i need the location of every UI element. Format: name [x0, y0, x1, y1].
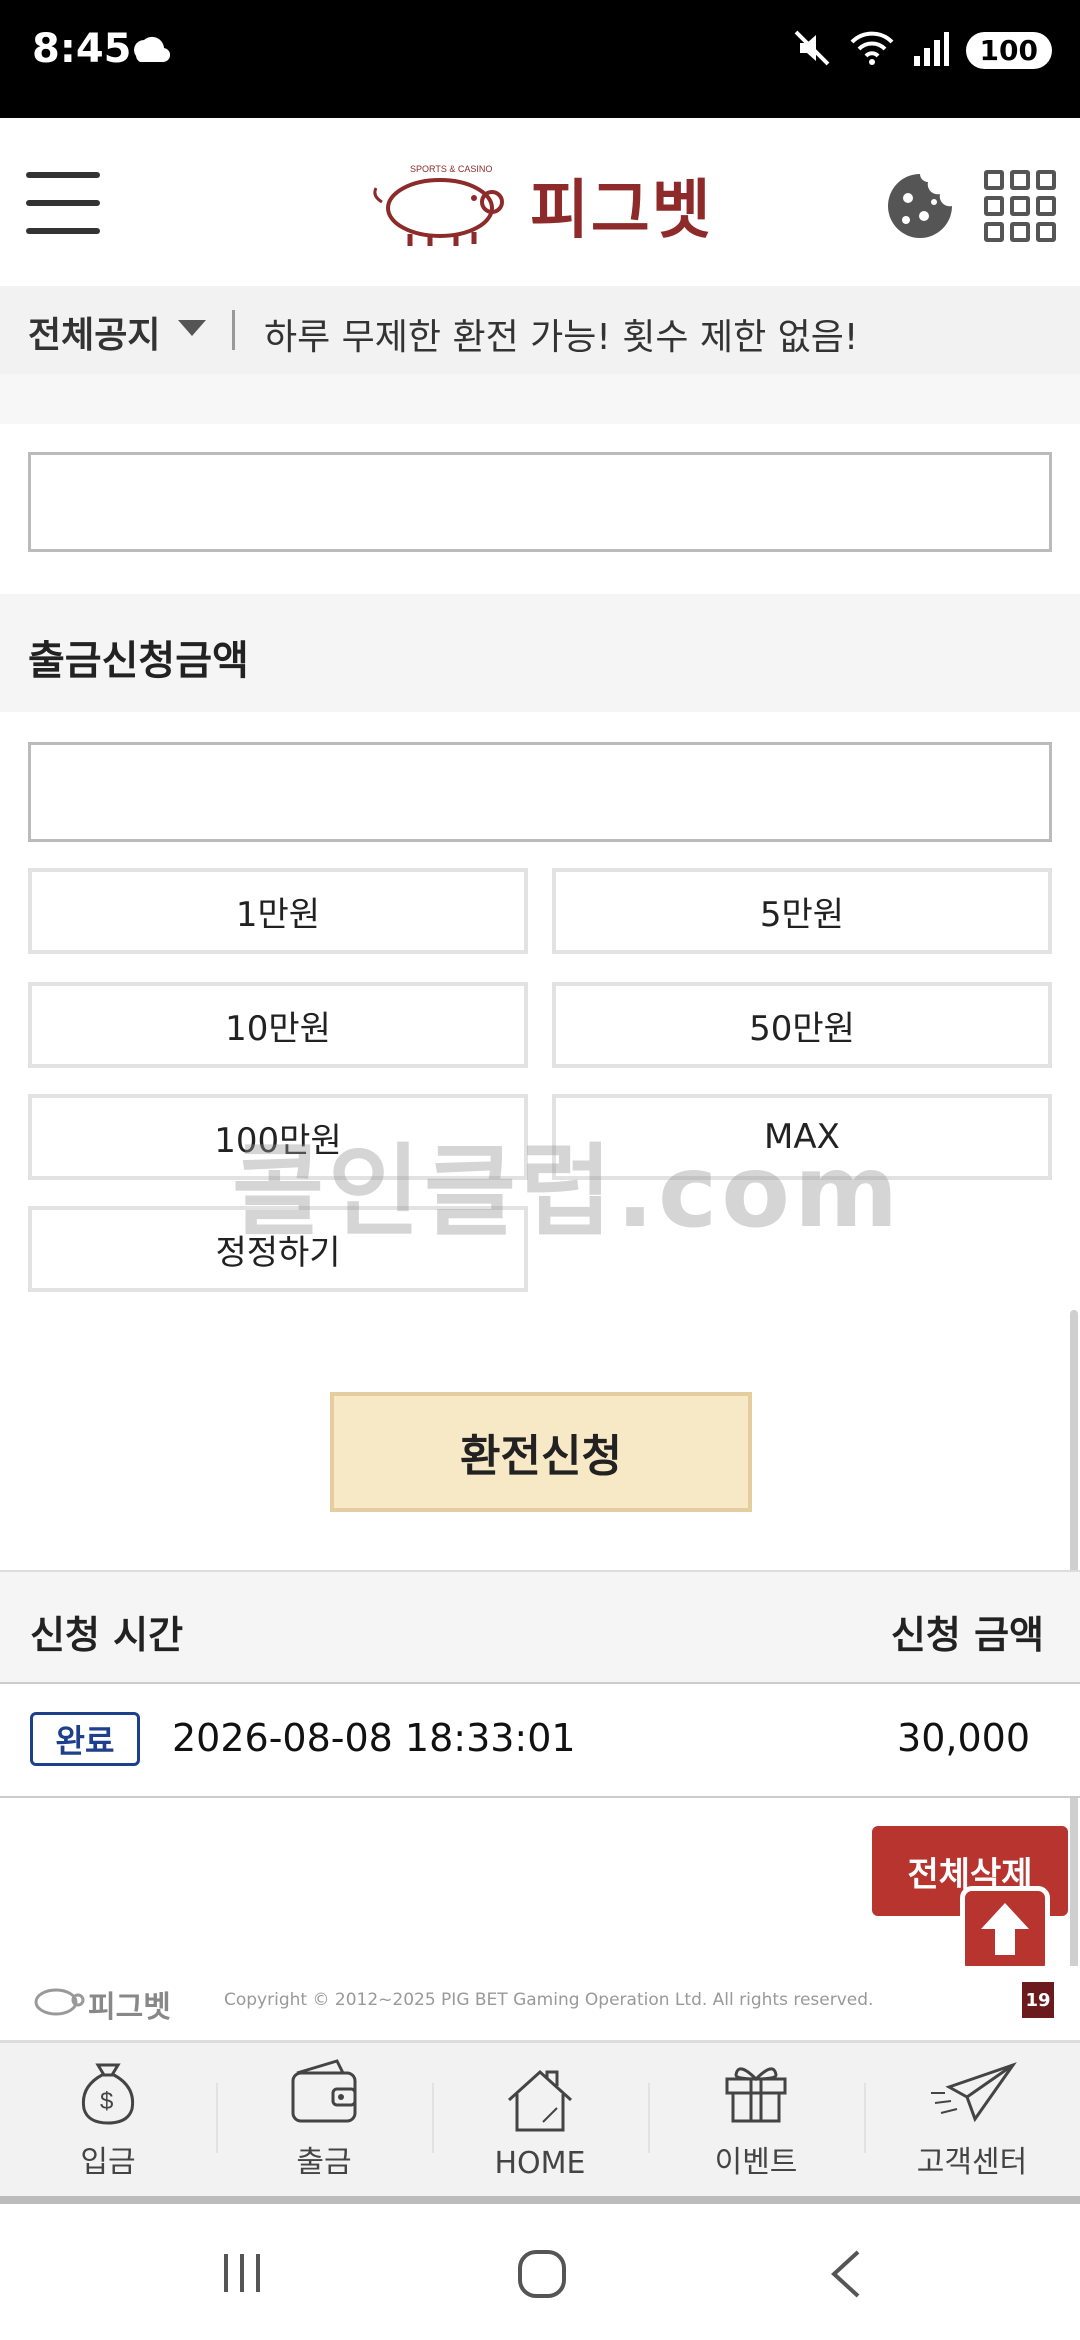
- withdraw-password-input[interactable]: [28, 452, 1052, 552]
- paper-plane-icon: [927, 2057, 1017, 2131]
- bottom-nav: $ 입금 출금 HOME 이벤트 고객센터: [0, 2040, 1080, 2200]
- amount-button-100k[interactable]: 10만원: [28, 982, 528, 1068]
- app-header: SPORTS & CASINO 피그벳: [0, 118, 1080, 286]
- col-time-header: 신청 시간: [30, 1613, 184, 1657]
- signal-icon: [912, 28, 950, 72]
- age-restriction-badge: 19: [1022, 1982, 1054, 2018]
- status-bar: 8:45 100: [0, 0, 1080, 118]
- table-row: 완료 2026-08-08 18:33:01 30,000: [0, 1684, 1080, 1798]
- exchange-request-button[interactable]: 환전신청: [330, 1392, 752, 1512]
- notice-message: 하루 무제한 환전 가능! 횟수 제한 없음!: [264, 317, 859, 358]
- notice-label: 전체공지: [28, 315, 161, 356]
- back-icon[interactable]: [826, 2248, 866, 2304]
- menu-icon[interactable]: [26, 172, 100, 236]
- amount-button-50k[interactable]: 5만원: [552, 868, 1052, 954]
- pig-logo-icon: [28, 1980, 88, 2028]
- amount-input[interactable]: [28, 742, 1052, 842]
- notice-bar[interactable]: 전체공지 하루 무제한 환전 가능! 횟수 제한 없음!: [0, 286, 1080, 374]
- nav-deposit[interactable]: $ 입금: [0, 2043, 216, 2199]
- scroll-top-button[interactable]: [960, 1886, 1050, 1976]
- footer-logo: 피그벳: [28, 1980, 171, 2028]
- gift-icon: [721, 2057, 791, 2131]
- home-button-icon[interactable]: [516, 2248, 568, 2304]
- battery-indicator: 100: [965, 31, 1052, 69]
- svg-text:$: $: [100, 2088, 113, 2115]
- wallet-icon: [287, 2057, 361, 2131]
- amount-button-10k[interactable]: 1만원: [28, 868, 528, 954]
- copyright-text: Copyright © 2012~2025 PIG BET Gaming Ope…: [224, 1990, 874, 2010]
- status-badge: 완료: [30, 1712, 140, 1766]
- col-amount-header: 신청 금액: [890, 1613, 1044, 1657]
- status-time: 8:45: [32, 26, 132, 72]
- weather-icon: [126, 28, 171, 76]
- divider: [232, 310, 235, 350]
- home-icon: [503, 2066, 577, 2140]
- svg-text:SPORTS & CASINO: SPORTS & CASINO: [410, 164, 492, 174]
- cookie-icon[interactable]: [884, 170, 956, 246]
- system-nav-bar: [0, 2204, 1080, 2340]
- recent-apps-icon[interactable]: [218, 2248, 268, 2302]
- grid-menu-icon[interactable]: [984, 170, 1056, 242]
- watermark: 콜인클럽.com: [232, 1133, 903, 1250]
- money-bag-icon: $: [78, 2057, 138, 2131]
- arrow-up-icon: [977, 1899, 1033, 1963]
- nav-home[interactable]: HOME: [432, 2043, 648, 2199]
- amount-section-header: 출금신청금액: [0, 594, 1080, 712]
- nav-event[interactable]: 이벤트: [648, 2043, 864, 2199]
- request-time: 2026-08-08 18:33:01: [172, 1716, 576, 1760]
- brand-logo[interactable]: SPORTS & CASINO 피그벳: [370, 158, 713, 252]
- history-table-header: 신청 시간 신청 금액: [0, 1570, 1080, 1684]
- brand-name: 피그벳: [530, 174, 713, 248]
- wifi-icon: [848, 28, 896, 72]
- section-header-partial: [0, 374, 1080, 424]
- chevron-down-icon[interactable]: [178, 320, 206, 336]
- nav-customer-center[interactable]: 고객센터: [864, 2043, 1080, 2199]
- request-amount: 30,000: [897, 1716, 1030, 1760]
- pig-logo-icon: SPORTS & CASINO: [370, 158, 520, 252]
- mute-icon: [792, 28, 832, 72]
- amount-label: 출금신청금액: [28, 638, 249, 684]
- amount-button-500k[interactable]: 50만원: [552, 982, 1052, 1068]
- divider: [0, 2196, 1080, 2204]
- nav-withdraw[interactable]: 출금: [216, 2043, 432, 2199]
- footer: 피그벳 Copyright © 2012~2025 PIG BET Gaming…: [0, 1966, 1080, 2040]
